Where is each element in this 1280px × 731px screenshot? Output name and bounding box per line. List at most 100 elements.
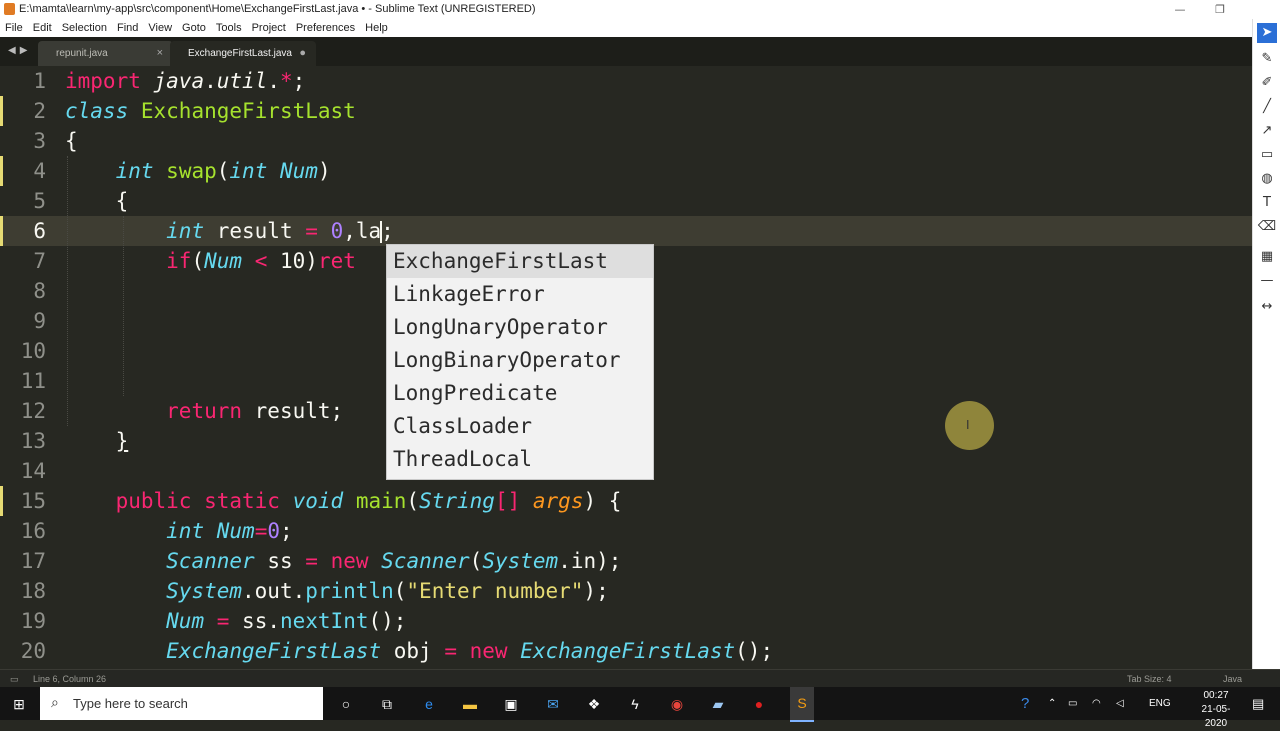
menu-goto[interactable]: Goto — [177, 19, 211, 34]
tab-modified-dot-icon[interactable]: ● — [299, 41, 306, 66]
file-explorer-icon[interactable]: ▬ — [460, 694, 480, 714]
line-number: 8 — [33, 279, 46, 303]
cortana-icon[interactable]: ○ — [336, 694, 356, 714]
panel-toggle-icon[interactable]: ▭ — [10, 670, 19, 688]
sublime-app-icon — [4, 3, 15, 15]
menu-view[interactable]: View — [143, 19, 177, 34]
line-number: 15 — [20, 489, 46, 513]
pen-tool-icon[interactable]: ✎ — [1257, 49, 1277, 69]
line-number: 6 — [33, 219, 46, 243]
line-number: 3 — [33, 129, 46, 153]
line-tool-icon[interactable]: ╱ — [1257, 97, 1277, 117]
recorder-icon[interactable]: ● — [749, 694, 769, 714]
menu-selection[interactable]: Selection — [57, 19, 112, 34]
store-icon[interactable]: ▣ — [501, 694, 521, 714]
menu-preferences[interactable]: Preferences — [291, 19, 360, 34]
tab-close-icon[interactable]: × — [157, 41, 163, 66]
menu-project[interactable]: Project — [247, 19, 291, 34]
title-bar: E:\mamta\learn\my-app\src\component\Home… — [0, 0, 1280, 19]
autocomplete-item[interactable]: LinkageError — [387, 278, 653, 311]
code-line-3: { — [65, 129, 78, 153]
chrome-icon[interactable]: ◉ — [667, 694, 687, 714]
edge-browser-icon[interactable]: e — [419, 694, 439, 714]
status-bar: ▭ Line 6, Column 26 Tab Size: 4 Java — [0, 669, 1280, 688]
notifications-icon[interactable]: ▤ — [1252, 687, 1264, 720]
tab-nav-arrows-icon[interactable]: ◀▶ — [8, 45, 31, 56]
menu-bar: File Edit Selection Find View Goto Tools Projec… — [0, 19, 1252, 37]
battery-icon[interactable]: ▭ — [1068, 687, 1077, 720]
code-line-2: class ExchangeFirstLast — [65, 99, 356, 123]
eraser-tool-icon[interactable]: ⌫ — [1257, 217, 1277, 237]
sublime-text-active-icon[interactable]: S — [790, 687, 814, 722]
minimize-button[interactable]: — — [1160, 0, 1200, 19]
expand-toolbar-icon[interactable]: ↔ — [1257, 297, 1277, 317]
code-line-12: return result; — [166, 399, 344, 423]
autocomplete-item[interactable]: LongPredicate — [387, 377, 653, 410]
code-line-17: Scanner ss = new Scanner(System.in); — [166, 549, 622, 573]
line-number: 13 — [20, 429, 46, 453]
code-line-6: int result = 0,la; — [166, 219, 394, 243]
input-language[interactable]: ENG — [1149, 687, 1171, 720]
tab-label: ExchangeFirstLast.java — [188, 48, 292, 59]
code-line-1: import java.util.*; — [65, 69, 306, 93]
syntax-mode[interactable]: Java — [1223, 670, 1242, 688]
line-number: 5 — [33, 189, 46, 213]
menu-find[interactable]: Find — [112, 19, 143, 34]
clock-time: 00:27 — [1203, 690, 1229, 701]
tab-bar: ◀▶ repunit.java × ExchangeFirstLast.java… — [0, 37, 1252, 66]
line-number: 16 — [20, 519, 46, 543]
line-number: 14 — [20, 459, 46, 483]
autocomplete-item[interactable]: ClassLoader — [387, 410, 653, 443]
clock-date: 21-05-2020 — [1201, 704, 1231, 729]
autocomplete-item[interactable]: ThreadLocal — [387, 443, 653, 476]
pointer-tool-icon[interactable]: ➤ — [1257, 23, 1277, 43]
network-icon[interactable]: ◠ — [1092, 687, 1101, 720]
windows-start-icon[interactable]: ⊞ — [9, 694, 29, 714]
line-number: 1 — [33, 69, 46, 93]
line-number: 19 — [20, 609, 46, 633]
cursor-position: Line 6, Column 26 — [33, 674, 107, 684]
tab-size[interactable]: Tab Size: 4 — [1127, 670, 1172, 688]
minimize-toolbar-icon[interactable]: — — [1257, 271, 1277, 291]
highlighter-tool-icon[interactable]: ✐ — [1257, 73, 1277, 93]
arrow-tool-icon[interactable]: ↗ — [1257, 121, 1277, 141]
mail-icon[interactable]: ✉ — [543, 694, 563, 714]
tab-label: repunit.java — [56, 48, 108, 59]
maximize-button[interactable]: ❐ — [1200, 0, 1240, 19]
volume-icon[interactable]: ◁ — [1116, 687, 1124, 720]
line-number: 4 — [33, 159, 46, 183]
code-line-15: public static void main(String[] args) { — [115, 489, 622, 513]
code-line-4: int swap(int Num) — [115, 159, 331, 183]
text-tool-icon[interactable]: T — [1257, 193, 1277, 213]
line-number: 17 — [20, 549, 46, 573]
rectangle-tool-icon[interactable]: ▭ — [1257, 145, 1277, 165]
autocomplete-item[interactable]: LongUnaryOperator — [387, 311, 653, 344]
notepad-icon[interactable]: ▰ — [708, 694, 728, 714]
clock[interactable]: 00:27 21-05-2020 — [1192, 689, 1240, 729]
line-number: 7 — [33, 249, 46, 273]
autocomplete-item[interactable]: ExchangeFirstLast — [387, 245, 653, 278]
search-icon: ⌕ — [51, 694, 59, 710]
dropbox-icon[interactable]: ❖ — [584, 694, 604, 714]
menu-file[interactable]: File — [0, 19, 28, 34]
code-line-5: { — [65, 189, 129, 213]
task-view-icon[interactable]: ⧉ — [377, 694, 397, 714]
help-icon[interactable]: ? — [1021, 687, 1029, 720]
show-hidden-icons-icon[interactable]: ⌃ — [1048, 687, 1056, 720]
tab-exchangefirstlast[interactable]: ExchangeFirstLast.java ● — [170, 41, 316, 66]
whiteboard-icon[interactable]: ▦ — [1257, 247, 1277, 267]
line-number: 10 — [20, 339, 46, 363]
sublime-icon[interactable]: ϟ — [625, 694, 645, 714]
window-title: E:\mamta\learn\my-app\src\component\Home… — [19, 3, 536, 15]
menu-help[interactable]: Help — [360, 19, 393, 34]
line-number: 12 — [20, 399, 46, 423]
autocomplete-item[interactable]: LongBinaryOperator — [387, 344, 653, 377]
menu-edit[interactable]: Edit — [28, 19, 57, 34]
text-caret — [380, 221, 383, 243]
tab-repunit[interactable]: repunit.java × — [38, 41, 173, 66]
color-palette-icon[interactable]: ◍ — [1257, 169, 1277, 189]
menu-tools[interactable]: Tools — [211, 19, 247, 34]
annotation-toolbar: ➤ ✎ ✐ ╱ ↗ ▭ ◍ T ⌫ ▦ — ↔ — [1252, 19, 1280, 669]
taskbar-search-box[interactable]: ⌕ Type here to search — [40, 687, 323, 720]
search-placeholder: Type here to search — [73, 696, 188, 711]
